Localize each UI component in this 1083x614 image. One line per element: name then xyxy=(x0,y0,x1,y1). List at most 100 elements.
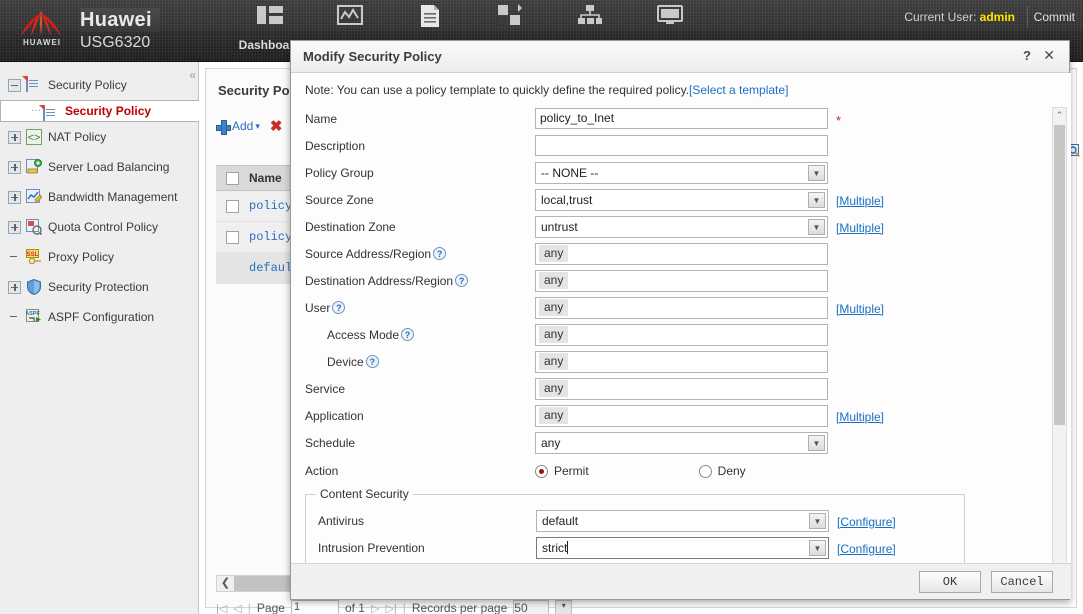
deny-radio[interactable] xyxy=(698,464,712,478)
tree-item-label: Security Policy xyxy=(65,104,152,118)
chevron-down-icon[interactable]: ▼ xyxy=(809,539,826,556)
last-page-icon[interactable]: ▷| xyxy=(385,602,396,614)
destination-address-input[interactable]: any xyxy=(535,269,828,292)
row-checkbox[interactable] xyxy=(226,230,239,244)
name-input[interactable]: policy_to_Inet xyxy=(535,108,828,129)
user-input[interactable]: any xyxy=(535,296,828,319)
field-control: any xyxy=(535,350,828,373)
commit-button[interactable]: Commit xyxy=(1026,6,1081,28)
user-multiple-link[interactable]: [Multiple] xyxy=(836,302,884,316)
chevron-down-icon[interactable]: ▼ xyxy=(808,434,825,451)
brand-name: Huawei xyxy=(80,8,160,32)
scrollbar-thumb[interactable] xyxy=(1054,125,1065,425)
service-input[interactable]: any xyxy=(535,377,828,400)
delete-icon[interactable]: ✖ xyxy=(270,117,283,135)
chevron-down-icon[interactable]: ▼ xyxy=(808,218,825,235)
records-per-page-value[interactable]: 50 xyxy=(513,599,550,614)
current-user-label: Current User: xyxy=(904,10,977,24)
intrusion-prevention-configure-link[interactable]: [Configure] xyxy=(837,542,896,556)
plus-expander-icon[interactable] xyxy=(8,160,21,174)
brand-block: Huawei USG6320 xyxy=(80,8,160,54)
access-mode-input[interactable]: any xyxy=(535,323,828,346)
shield-icon xyxy=(26,278,43,296)
form-row-destination-zone: Destination Zone untrust ▼ [Multiple] xyxy=(305,213,1053,240)
form-row-antivirus: Antivirus default ▼ [Configure] xyxy=(318,507,964,534)
help-icon[interactable]: ? xyxy=(332,301,346,314)
help-icon[interactable]: ? xyxy=(365,355,379,368)
form-row-user: User ? any [Multiple] xyxy=(305,294,1053,321)
help-icon[interactable]: ? xyxy=(455,274,469,287)
antivirus-select[interactable]: default ▼ xyxy=(536,509,829,532)
modify-security-policy-dialog: Modify Security Policy ? ✕ Note: You can… xyxy=(290,40,1071,600)
device-input[interactable]: any xyxy=(535,350,828,373)
no-expander xyxy=(8,251,21,264)
field-control: strict ▼ [Configure] xyxy=(536,536,896,559)
source-zone-select[interactable]: local,trust ▼ xyxy=(535,188,828,211)
policy-group-select[interactable]: -- NONE -- ▼ xyxy=(535,161,828,184)
description-input[interactable] xyxy=(535,135,828,156)
application-multiple-link[interactable]: [Multiple] xyxy=(836,410,884,424)
records-per-page-caret-icon[interactable]: ▾ xyxy=(555,599,573,614)
pager-divider: | xyxy=(402,601,406,614)
minus-expander-icon[interactable] xyxy=(8,78,21,92)
ok-button[interactable]: OK xyxy=(919,571,981,593)
dialog-form: Note: You can use a policy template to q… xyxy=(291,73,1053,565)
current-user-name: admin xyxy=(979,10,1015,24)
tree-item-quota-control-policy[interactable]: Quota Control Policy xyxy=(0,212,199,242)
tree-item-security-protection[interactable]: Security Protection xyxy=(0,272,199,302)
field-control: policy_to_Inet * xyxy=(535,108,841,129)
next-page-icon[interactable]: ▷ xyxy=(371,602,379,614)
field-label-text: Source Address/Region xyxy=(305,246,432,261)
plus-expander-icon[interactable] xyxy=(8,130,21,144)
plus-expander-icon[interactable] xyxy=(8,190,21,204)
destination-zone-value: untrust xyxy=(541,219,578,234)
chevron-down-icon[interactable]: ▼ xyxy=(808,164,825,181)
close-icon[interactable]: ✕ xyxy=(1043,47,1055,64)
scroll-up-icon[interactable]: ⌃ xyxy=(1053,108,1066,123)
field-label: Schedule xyxy=(305,435,356,450)
chevron-down-icon[interactable]: ▼ xyxy=(808,191,825,208)
add-button[interactable]: Add ▾ xyxy=(216,119,260,135)
tree-item-security-policy-root[interactable]: Security Policy xyxy=(0,70,199,100)
source-zone-multiple-link[interactable]: [Multiple] xyxy=(836,194,884,208)
prev-page-icon[interactable]: ◁ xyxy=(233,602,241,614)
cancel-button[interactable]: Cancel xyxy=(991,571,1053,593)
help-icon[interactable]: ? xyxy=(1023,48,1031,63)
tree-item-nat-policy[interactable]: <> NAT Policy xyxy=(0,122,199,152)
policy-name-cell[interactable]: default xyxy=(226,261,299,275)
field-label: Device ? xyxy=(305,355,535,369)
help-icon[interactable]: ? xyxy=(433,247,447,260)
intrusion-prevention-select[interactable]: strict ▼ xyxy=(536,536,829,559)
help-icon[interactable]: ? xyxy=(401,328,415,341)
plus-expander-icon[interactable] xyxy=(8,280,21,294)
dialog-title: Modify Security Policy xyxy=(303,49,442,64)
field-control: any xyxy=(535,377,828,400)
form-row-service: Service any xyxy=(305,375,1053,402)
source-address-input[interactable]: any xyxy=(535,242,828,265)
first-page-icon[interactable]: |◁ xyxy=(216,602,227,614)
dialog-vertical-scrollbar[interactable]: ⌃ ⌄ xyxy=(1052,107,1067,565)
tree-item-aspf-configuration[interactable]: ASPF ASPF Configuration xyxy=(0,302,199,332)
value-tag: any xyxy=(539,272,569,289)
tree-item-server-load-balancing[interactable]: Server Load Balancing xyxy=(0,152,199,182)
scroll-left-icon[interactable]: ❮ xyxy=(217,576,234,591)
select-all-checkbox[interactable] xyxy=(226,171,239,185)
field-label: Action xyxy=(305,464,339,478)
field-label-text: User xyxy=(305,300,331,315)
plus-expander-icon[interactable] xyxy=(8,220,21,234)
chevron-down-icon[interactable]: ▼ xyxy=(809,512,826,529)
page-number-input[interactable]: 1 xyxy=(290,599,339,614)
tree-item-bandwidth-management[interactable]: Bandwidth Management xyxy=(0,182,199,212)
tree-list: Security Policy ··· Security Policy <> N… xyxy=(0,70,293,332)
application-input[interactable]: any xyxy=(535,404,828,427)
row-checkbox[interactable] xyxy=(226,199,239,213)
schedule-select[interactable]: any ▼ xyxy=(535,431,828,454)
tree-item-proxy-policy[interactable]: SSL Proxy Policy xyxy=(0,242,199,272)
permit-radio[interactable] xyxy=(535,464,548,478)
field-label-text: Destination Address/Region xyxy=(305,273,454,288)
destination-zone-select[interactable]: untrust ▼ xyxy=(535,215,828,238)
field-label: Destination Address/Region ? xyxy=(305,274,535,288)
destination-zone-multiple-link[interactable]: [Multiple] xyxy=(836,221,884,235)
antivirus-configure-link[interactable]: [Configure] xyxy=(837,515,896,529)
select-template-link[interactable]: [Select a template] xyxy=(689,83,788,97)
